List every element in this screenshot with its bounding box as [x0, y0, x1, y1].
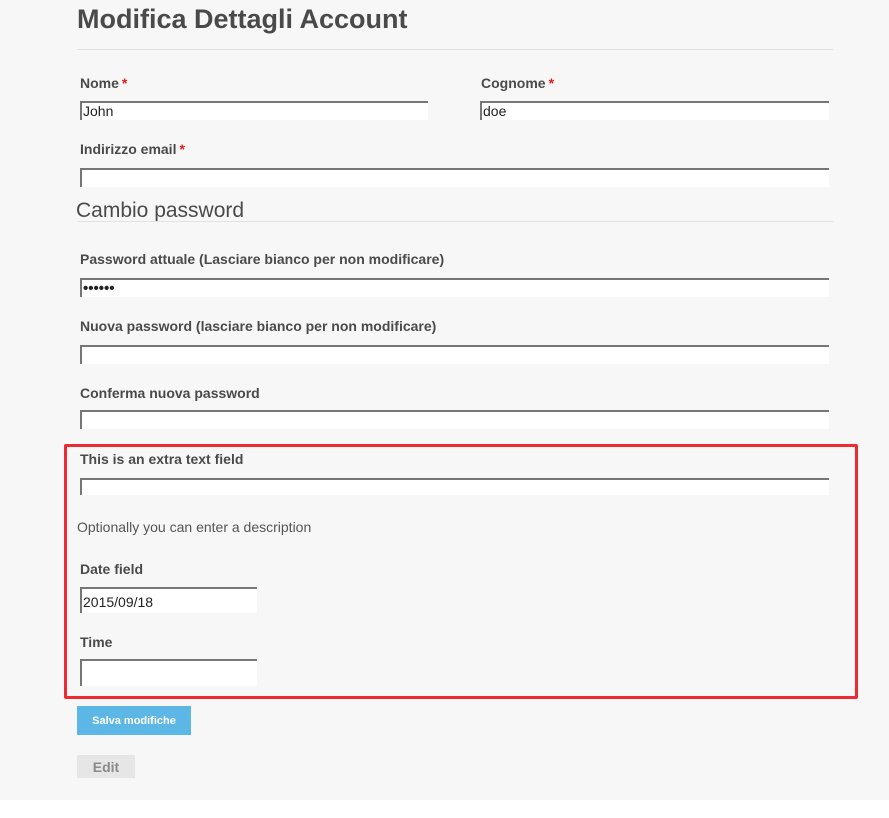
last-name-input[interactable]: doe	[480, 101, 829, 120]
edit-button[interactable]: Edit	[77, 755, 135, 778]
email-label: Indirizzo email *	[80, 140, 185, 158]
current-password-value: ••••••	[83, 280, 115, 297]
last-name-required-mark: *	[548, 75, 555, 91]
last-name-label: Cognome *	[481, 74, 554, 92]
first-name-input[interactable]: John	[80, 101, 428, 120]
first-name-label-text: Nome	[80, 75, 119, 91]
first-name-required-mark: *	[121, 75, 128, 91]
confirm-password-label: Conferma nuova password	[80, 385, 260, 401]
save-changes-button[interactable]: Salva modifiche	[77, 706, 191, 735]
first-name-value: John	[83, 103, 114, 119]
title-divider	[77, 49, 833, 50]
page-title: Modifica Dettagli Account	[77, 4, 408, 34]
extra-fields-highlight	[64, 444, 858, 699]
current-password-label: Password attuale (Lasciare bianco per no…	[80, 251, 445, 267]
last-name-value: doe	[483, 103, 507, 119]
new-password-input[interactable]	[80, 345, 829, 364]
password-section-divider	[77, 221, 833, 222]
first-name-label: Nome *	[80, 74, 127, 92]
email-input[interactable]	[80, 168, 829, 187]
page-container: Modifica Dettagli Account Nome * John Cog…	[0, 0, 889, 800]
new-password-label: Nuova password (lasciare bianco per non …	[80, 318, 437, 334]
current-password-input[interactable]: ••••••	[80, 278, 829, 297]
confirm-password-input[interactable]	[80, 410, 829, 429]
email-label-text: Indirizzo email	[80, 141, 177, 157]
last-name-label-text: Cognome	[481, 75, 546, 91]
email-required-mark: *	[179, 141, 185, 157]
